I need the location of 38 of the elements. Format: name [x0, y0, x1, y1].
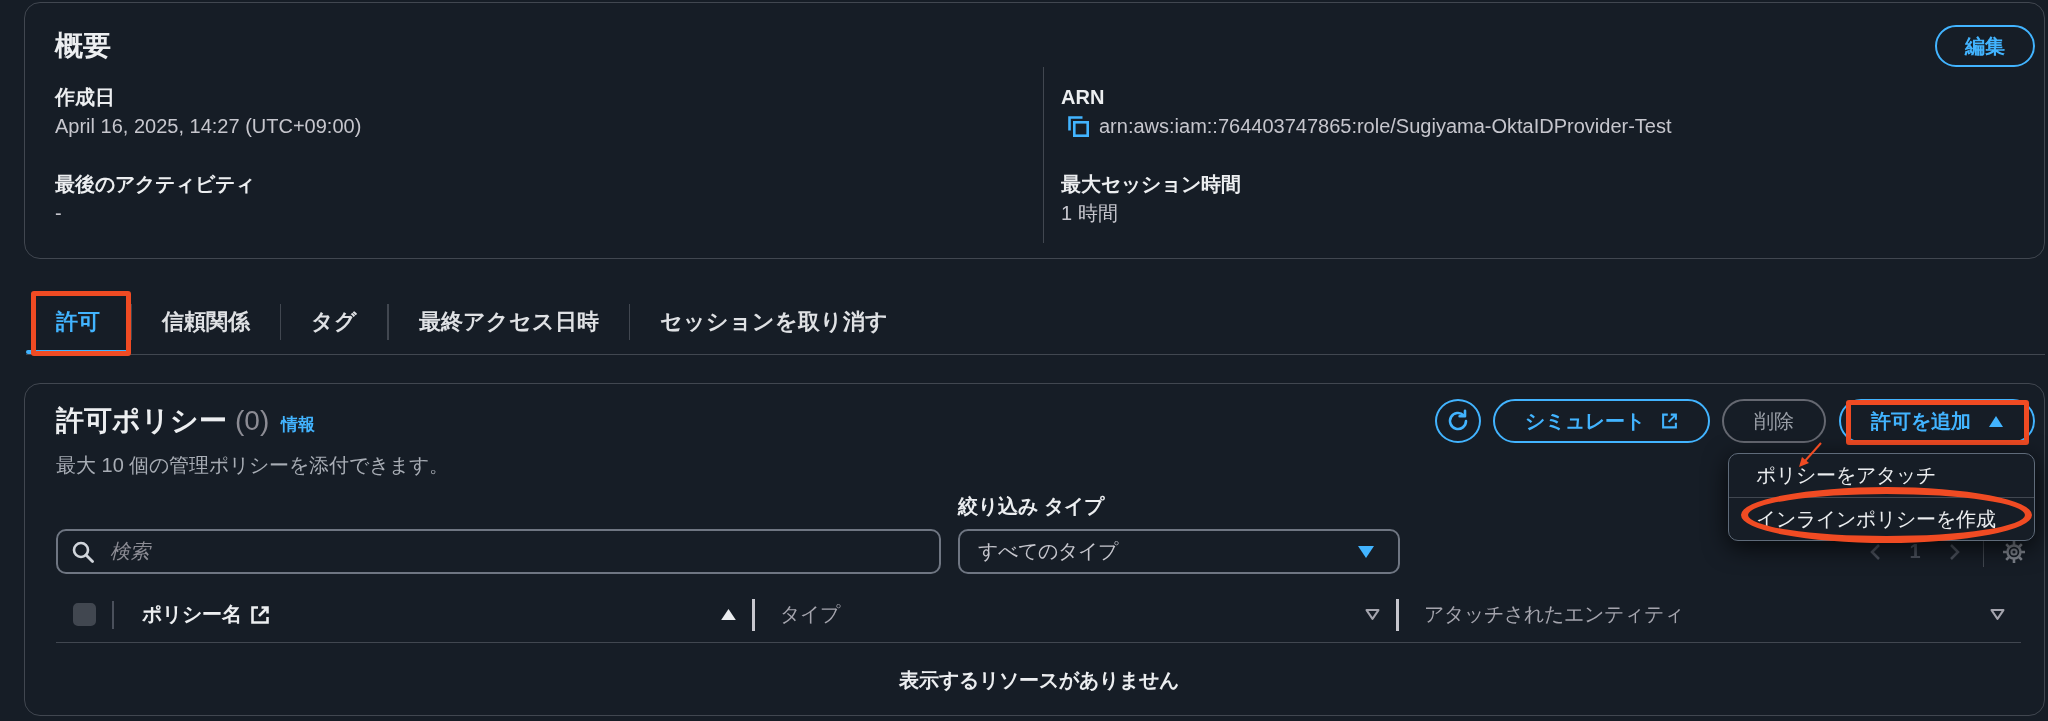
section-title: 許可ポリシー [56, 404, 227, 438]
copy-icon[interactable] [1067, 115, 1089, 137]
column-header[interactable]: タイプ [752, 587, 1396, 642]
external-link-icon [1661, 411, 1678, 431]
refresh-button[interactable] [1435, 399, 1481, 443]
field-label: 最後のアクティビティ [55, 172, 256, 197]
chevron-left-icon[interactable] [1869, 542, 1882, 561]
field-label: ARN [1061, 85, 1106, 110]
field-value: 1 時間 [1061, 201, 1119, 226]
field-value: arn:aws:iam::764403747865:role/Sugiyama-OktaIDProvider-Test [1099, 114, 1672, 139]
column-header[interactable]: ポリシー名 [114, 587, 752, 642]
filter-label: 絞り込み タイプ [958, 494, 1106, 519]
empty-state-text: 表示するリソースがありません [897, 668, 1180, 693]
settings-icon[interactable] [2002, 540, 2026, 564]
tab[interactable]: 信頼関係 [131, 289, 280, 354]
caret-icon [1989, 415, 2003, 427]
search-field[interactable]: 検索 [56, 529, 941, 574]
tab[interactable]: 許可 [26, 289, 130, 354]
add-permissions-button[interactable]: 許可を追加 [1839, 399, 2035, 443]
type-select[interactable]: すべてのタイプ [958, 529, 1400, 574]
refresh-icon [1446, 409, 1470, 433]
field-value: April 16, 2025, 14:27 (UTC+09:00) [55, 114, 363, 139]
description-text: 最大 10 個の管理ポリシーを添付できます。 [56, 453, 450, 478]
field-value: - [55, 201, 63, 226]
tab[interactable]: 最終アクセス日時 [388, 289, 629, 354]
column-header[interactable]: アタッチされたエンティティ [1396, 587, 2021, 642]
field-label: 作成日 [55, 85, 116, 110]
info-link[interactable]: 情報 [281, 413, 316, 437]
section-title: 概要 [55, 29, 111, 63]
caret-down-icon [1358, 545, 1374, 558]
field-label: 最大セッション時間 [1061, 172, 1242, 197]
tab[interactable]: セッションを取り消す [630, 289, 918, 354]
tab[interactable]: タグ [281, 289, 387, 354]
simulate-button[interactable]: シミュレート [1493, 399, 1710, 443]
menu-item[interactable]: ポリシーをアタッチ [1729, 454, 2034, 497]
policy-count: (0) [235, 404, 270, 438]
search-icon [72, 540, 94, 563]
edit-button[interactable]: 編集 [1935, 25, 2035, 67]
